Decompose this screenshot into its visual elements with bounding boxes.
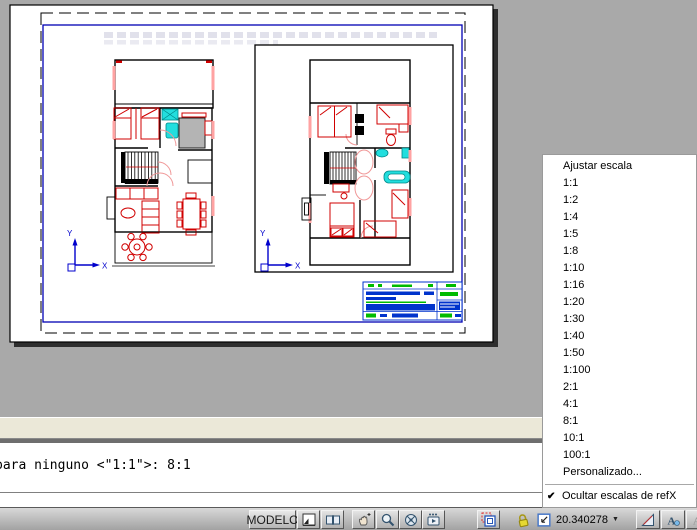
steering-wheel-icon <box>403 512 419 528</box>
annotation-autoscale-icon <box>640 512 656 528</box>
ucs-y-label: Y <box>67 229 73 238</box>
scale-menu-item[interactable]: 8:1 <box>543 413 696 430</box>
scale-menu-list: Ajustar escala 1:1 1:2 1:4 1:5 1:8 1:10 … <box>543 155 696 481</box>
steering-wheel-button[interactable] <box>399 510 422 529</box>
scale-menu-item[interactable]: 1:2 <box>543 192 696 209</box>
zoom-icon <box>380 512 396 528</box>
annotation-scale-control[interactable]: 20.340278 ▼ <box>536 511 619 528</box>
ucs-x-label: X <box>102 262 108 271</box>
scale-menu-item[interactable]: 1:16 <box>543 277 696 294</box>
pan-icon <box>356 512 372 528</box>
scale-menu-item[interactable]: Personalizado... <box>543 464 696 481</box>
scale-menu-item[interactable]: 1:20 <box>543 294 696 311</box>
scale-menu-item[interactable]: 10:1 <box>543 430 696 447</box>
scale-menu-item[interactable]: 1:40 <box>543 328 696 345</box>
ucs-x-label: X <box>295 262 301 271</box>
pan-button[interactable] <box>352 510 375 529</box>
scale-context-menu: Ajustar escala 1:1 1:2 1:4 1:5 1:8 1:10 … <box>542 154 697 508</box>
show-motion-icon <box>426 512 442 528</box>
quick-view-layouts-icon <box>301 512 317 528</box>
scale-menu-item[interactable]: 1:10 <box>543 260 696 277</box>
model-button[interactable]: MODELO <box>249 510 296 529</box>
quick-view-drawings-icon <box>325 512 341 528</box>
annotation-disabled-icon: A <box>690 512 697 528</box>
scale-menu-item[interactable]: 1:1 <box>543 175 696 192</box>
show-motion-button[interactable] <box>422 510 445 529</box>
annotation-autoscale-button[interactable] <box>636 510 660 529</box>
ui-lock-icon <box>514 511 532 529</box>
menu-separator <box>545 484 694 485</box>
status-bar: MODELO <box>0 507 697 530</box>
autocad-window: Y X Y X <box>0 0 697 530</box>
viewport-annotation-icon <box>481 512 497 528</box>
checkmark-icon: ✔ <box>547 488 562 505</box>
quick-view-layouts-button[interactable] <box>297 510 320 529</box>
scale-menu-item[interactable]: 1:30 <box>543 311 696 328</box>
ui-lock-button[interactable] <box>514 511 532 529</box>
quick-view-drawings-button[interactable] <box>321 510 344 529</box>
scale-menu-item[interactable]: Ajustar escala <box>543 158 696 175</box>
title-block <box>363 282 462 320</box>
scale-menu-item[interactable]: 1:50 <box>543 345 696 362</box>
ucs-y-label: Y <box>260 229 266 238</box>
scale-menu-item[interactable]: 4:1 <box>543 396 696 413</box>
scale-menu-item[interactable]: 1:5 <box>543 226 696 243</box>
zoom-button[interactable] <box>376 510 399 529</box>
annotation-scale-dropdown-arrow[interactable]: ▼ <box>612 516 619 523</box>
annotation-visibility-button[interactable]: A <box>661 510 685 529</box>
annotation-scale-value: 20.340278 <box>556 514 608 526</box>
annotation-scale-icon <box>536 511 553 528</box>
scale-menu-item[interactable]: 100:1 <box>543 447 696 464</box>
scale-menu-item[interactable]: 1:8 <box>543 243 696 260</box>
annotation-visibility-icon: A <box>665 512 681 528</box>
annotation-disabled-button[interactable]: A <box>686 510 697 529</box>
scale-menu-item[interactable]: 2:1 <box>543 379 696 396</box>
scale-menu-item[interactable]: 1:100 <box>543 362 696 379</box>
svg-text:A: A <box>668 515 676 527</box>
command-history-line: para ninguno <"1:1">: 8:1 <box>0 458 191 473</box>
scale-menu-item-hide-xref[interactable]: ✔Ocultar escalas de refX <box>543 488 696 505</box>
viewport-annotation-button[interactable] <box>477 510 500 529</box>
svg-text:A: A <box>693 515 697 527</box>
scale-menu-item[interactable]: 1:4 <box>543 209 696 226</box>
